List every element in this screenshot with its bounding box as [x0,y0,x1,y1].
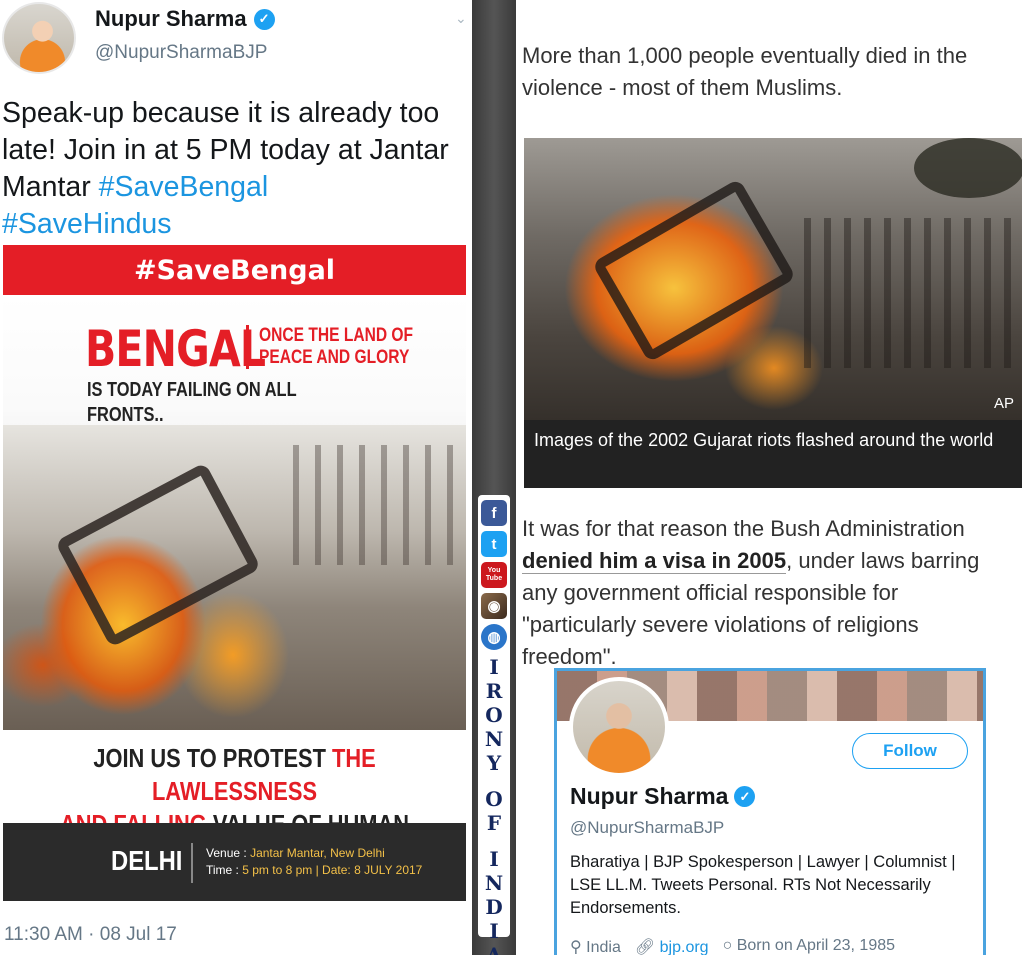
profile-name[interactable]: Nupur Sharma ✓ [570,783,756,810]
poster-subheadline: IS TODAY FAILING ON ALL FRONTS.. [87,379,297,426]
poster-footer-divider [191,843,193,883]
irony-letter [478,775,510,787]
verified-badge-icon: ✓ [734,786,756,807]
burning-car-shape [591,178,797,363]
article-paragraph-1: More than 1,000 people eventually died i… [522,43,968,100]
visa-link[interactable]: denied him a visa in 2005 [522,548,787,574]
profile-location: ⚲ India [570,937,621,955]
follow-button[interactable]: Follow [852,733,968,769]
profile-avatar[interactable] [569,677,669,777]
irony-letter [478,835,510,847]
birthday-text: Born on April 23, 1985 [736,937,896,954]
article-riot-photo[interactable] [524,138,1022,420]
screenshot-stage: Nupur Sharma ✓ @NupurSharmaBJP ⌄ Speak-u… [0,0,1024,955]
irony-letter: D [485,895,503,919]
irony-letter: R [485,679,503,703]
facebook-icon[interactable]: f [481,500,507,526]
poster-banner: #SaveBengal [3,245,466,295]
poster-divider [246,325,249,369]
verified-badge-icon: ✓ [253,8,275,30]
profile-birthday: ○ Born on April 23, 1985 [723,937,895,955]
para2-start: It was for that reason the Bush Administ… [522,516,965,541]
venue-label: Venue : [206,846,247,860]
irony-letter: I [489,847,499,871]
irony-of-india-text: IRONY OF INDIA [478,655,510,955]
poster-riot-photo [3,425,466,730]
tweet-text: Speak-up because it is already too late!… [2,95,472,243]
tree-shape [914,138,1022,198]
hashtag-savebengal[interactable]: #SaveBengal [99,171,269,203]
irony-letter: Y [486,751,502,775]
poster-venue-details: Venue : Jantar Mantar, New Delhi Time : … [206,845,422,879]
hashtag-savehindus[interactable]: #SaveHindus [2,208,172,240]
tweet-timestamp[interactable]: 11:30 AM · 08 Jul 17 [4,924,177,946]
avatar[interactable] [2,2,76,74]
poster-headline-side: ONCE THE LAND OF PEACE AND GLORY [259,325,414,368]
location-pin-icon: ⚲ [570,939,582,955]
twitter-icon[interactable]: t [481,531,507,557]
protest-part1: JOIN US TO PROTEST [93,743,332,773]
photo-caption: Images of the 2002 Gujarat riots flashed… [524,420,1022,488]
irony-letter: I [489,919,499,943]
photo-credit: AP [993,395,1014,412]
irony-letter: O [485,703,503,727]
irony-letter: N [484,871,504,895]
instagram-icon[interactable]: ◉ [481,593,507,619]
profile-handle[interactable]: @NupurSharmaBJP [570,818,724,838]
location-text: India [586,939,621,955]
globe-icon[interactable]: ◍ [481,624,507,650]
irony-letter: F [486,811,502,835]
irony-letter: A [486,943,502,955]
venue-value: Jantar Mantar, New Delhi [250,846,385,860]
poster-image[interactable]: #SaveBengal BENGAL ONCE THE LAND OF PEAC… [3,245,466,901]
irony-letter: I [489,655,499,679]
link-icon: 🔗︎ [634,939,656,955]
chevron-down-icon[interactable]: ⌄ [455,10,467,27]
author-handle[interactable]: @NupurSharmaBJP [95,42,267,64]
profile-name-text[interactable]: Nupur Sharma [570,783,728,810]
profile-card: Follow Nupur Sharma ✓ @NupurSharmaBJP Bh… [554,668,986,955]
birthday-icon: ○ [722,937,733,954]
author-name[interactable]: Nupur Sharma ✓ [95,6,275,32]
author-name-text[interactable]: Nupur Sharma [95,6,247,32]
right-article-panel: More than 1,000 people eventually died i… [516,0,1024,955]
left-tweet-panel: Nupur Sharma ✓ @NupurSharmaBJP ⌄ Speak-u… [0,0,472,955]
profile-bio: Bharatiya | BJP Spokesperson | Lawyer | … [570,853,956,917]
time-label: Time : [206,863,239,877]
poster-headline: BENGAL [85,320,266,378]
youtube-icon[interactable]: You Tube [481,562,507,588]
time-value: 5 pm to 8 pm | Date: 8 JULY 2017 [242,863,423,877]
website-link[interactable]: bjp.org [660,939,709,955]
burning-car-shape [54,462,262,648]
poster-city: DELHI [111,845,183,876]
crowd-shape [293,445,463,565]
irony-letter: N [484,727,504,751]
irony-letter: O [485,787,503,811]
profile-website[interactable]: 🔗︎ bjp.org [635,937,709,955]
profile-meta: ⚲ India 🔗︎ bjp.org ○ Born on April 23, 1… [570,937,980,955]
crowd-shape [804,218,1019,368]
article-paragraph-2: It was for that reason the Bush Administ… [522,513,1017,673]
